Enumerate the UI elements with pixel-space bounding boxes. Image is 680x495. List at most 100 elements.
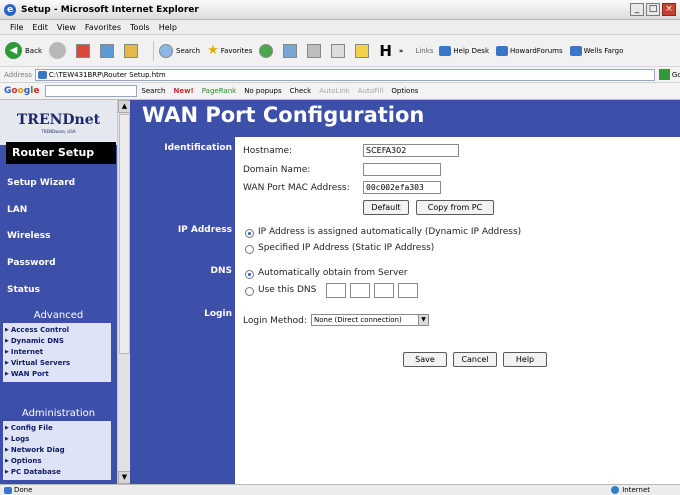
nav-access-control[interactable]: Access Control bbox=[5, 325, 109, 336]
print-icon bbox=[307, 43, 322, 58]
stop-icon bbox=[76, 43, 90, 58]
link-help-desk[interactable]: Help Desk bbox=[439, 45, 489, 56]
home-icon bbox=[124, 43, 138, 58]
google-toolbar: Google Search New! PageRank No popups Ch… bbox=[0, 83, 680, 100]
menu-favorites[interactable]: Favorites bbox=[85, 23, 121, 32]
messenger-icon: H bbox=[379, 41, 392, 60]
menu-file[interactable]: File bbox=[10, 23, 23, 32]
menu-tools[interactable]: Tools bbox=[130, 23, 150, 32]
google-autolink-button[interactable]: AutoLink bbox=[319, 87, 350, 95]
dns-manual-label: Use this DNS bbox=[258, 285, 317, 295]
mac-address-label: WAN Port MAC Address: bbox=[243, 183, 350, 193]
go-arrow-icon bbox=[658, 69, 670, 80]
address-input[interactable]: C:\TEW431BRP\Router Setup.htm bbox=[34, 68, 655, 81]
links-label: Links bbox=[415, 46, 434, 55]
nav-lan[interactable]: LAN bbox=[7, 205, 27, 215]
nav-wan-port[interactable]: WAN Port bbox=[5, 369, 109, 380]
google-pagerank[interactable]: PageRank bbox=[202, 87, 236, 95]
search-button[interactable]: Search bbox=[159, 43, 201, 58]
home-button[interactable] bbox=[124, 43, 141, 58]
google-search-input[interactable] bbox=[45, 85, 138, 97]
refresh-icon bbox=[100, 43, 114, 58]
default-button[interactable]: Default bbox=[363, 200, 409, 215]
nav-options[interactable]: Options bbox=[5, 456, 109, 467]
save-button[interactable]: Save bbox=[403, 352, 447, 367]
nav-virtual-servers[interactable]: Virtual Servers bbox=[5, 358, 109, 369]
hostname-input[interactable]: SCEFA302 bbox=[363, 144, 459, 157]
help-button[interactable]: Help bbox=[503, 352, 547, 367]
link-wells-fargo-label: Wells Fargo bbox=[583, 46, 624, 55]
toolbar-separator bbox=[153, 40, 154, 61]
domain-name-input[interactable] bbox=[363, 163, 441, 176]
window-controls: _ □ × bbox=[630, 3, 676, 16]
stop-button[interactable] bbox=[76, 43, 93, 58]
refresh-button[interactable] bbox=[100, 43, 117, 58]
status-bar: Done Internet bbox=[0, 484, 680, 495]
go-button[interactable]: Go bbox=[658, 69, 680, 80]
history-button[interactable] bbox=[259, 43, 276, 58]
login-method-value: None (Direct connection) bbox=[314, 316, 402, 324]
nav-password[interactable]: Password bbox=[7, 258, 56, 268]
back-label: Back bbox=[25, 46, 42, 55]
dns-octet-1[interactable] bbox=[326, 283, 346, 298]
nav-scrollbar[interactable]: ▲ ▼ bbox=[117, 100, 131, 484]
copy-from-pc-button[interactable]: Copy from PC bbox=[416, 200, 494, 215]
link-howardforums[interactable]: HowardForums bbox=[496, 45, 563, 56]
nav-pc-database[interactable]: PC Database bbox=[5, 467, 109, 478]
edit-button[interactable] bbox=[331, 43, 348, 58]
nav-dynamic-dns[interactable]: Dynamic DNS bbox=[5, 336, 109, 347]
nav-logs[interactable]: Logs bbox=[5, 434, 109, 445]
nav-status[interactable]: Status bbox=[7, 285, 40, 295]
nav-frame: TRENDnet TRENDware, USA Router Setup Set… bbox=[0, 100, 117, 484]
link-wells-fargo[interactable]: Wells Fargo bbox=[569, 45, 624, 56]
address-value: C:\TEW431BRP\Router Setup.htm bbox=[48, 70, 166, 79]
globe-icon bbox=[611, 486, 620, 494]
nav-wireless[interactable]: Wireless bbox=[7, 231, 50, 241]
forward-button[interactable] bbox=[49, 42, 69, 59]
cancel-button[interactable]: Cancel bbox=[453, 352, 497, 367]
address-label: Address bbox=[4, 70, 32, 79]
google-autofill-button[interactable]: AutoFill bbox=[358, 87, 384, 95]
page-done-icon bbox=[4, 486, 12, 494]
page-icon bbox=[37, 70, 47, 79]
link-icon bbox=[439, 45, 452, 56]
dns-octet-2[interactable] bbox=[350, 283, 370, 298]
google-popups-button[interactable]: No popups bbox=[244, 87, 281, 95]
google-logo[interactable]: Google bbox=[4, 86, 39, 96]
page-content: TRENDnet TRENDware, USA Router Setup Set… bbox=[0, 100, 680, 484]
print-button[interactable] bbox=[307, 43, 324, 58]
window-title: Setup - Microsoft Internet Explorer bbox=[21, 4, 199, 15]
scrollbar-thumb[interactable] bbox=[119, 114, 130, 354]
dns-manual-radio[interactable] bbox=[245, 287, 254, 296]
dns-octet-3[interactable] bbox=[374, 283, 394, 298]
search-label: Search bbox=[176, 46, 201, 55]
toolbar-more[interactable]: » bbox=[399, 47, 404, 55]
go-label: Go bbox=[671, 70, 680, 79]
menu-help[interactable]: Help bbox=[159, 23, 177, 32]
dns-octet-4[interactable] bbox=[398, 283, 418, 298]
google-search-button[interactable]: Search bbox=[141, 87, 165, 95]
mail-button[interactable] bbox=[283, 43, 300, 58]
dns-auto-radio[interactable] bbox=[245, 270, 254, 279]
favorites-button[interactable]: ★ Favorites bbox=[207, 43, 252, 58]
close-button[interactable]: × bbox=[662, 3, 676, 16]
google-check-button[interactable]: Check bbox=[290, 87, 312, 95]
folder-button[interactable] bbox=[355, 43, 372, 58]
maximize-button[interactable]: □ bbox=[646, 3, 660, 16]
login-method-select[interactable]: None (Direct connection) ▼ bbox=[311, 314, 429, 326]
messenger-button[interactable]: H bbox=[379, 42, 392, 60]
ip-static-radio[interactable] bbox=[245, 245, 254, 254]
nav-internet[interactable]: Internet bbox=[5, 347, 109, 358]
google-options-button[interactable]: Options bbox=[391, 87, 418, 95]
nav-network-diag[interactable]: Network Diag bbox=[5, 445, 109, 456]
minimize-button[interactable]: _ bbox=[630, 3, 644, 16]
menu-view[interactable]: View bbox=[57, 23, 76, 32]
mac-address-input[interactable]: 00c002efa303 bbox=[363, 181, 441, 194]
ip-dynamic-radio[interactable] bbox=[245, 229, 254, 238]
ip-address-label: IP Address bbox=[177, 225, 232, 235]
nav-setup-wizard[interactable]: Setup Wizard bbox=[7, 178, 75, 188]
dns-auto-label: Automatically obtain from Server bbox=[258, 268, 408, 278]
menu-edit[interactable]: Edit bbox=[32, 23, 48, 32]
nav-config-file[interactable]: Config File bbox=[5, 423, 109, 434]
back-button[interactable]: ◀ Back bbox=[5, 42, 42, 59]
